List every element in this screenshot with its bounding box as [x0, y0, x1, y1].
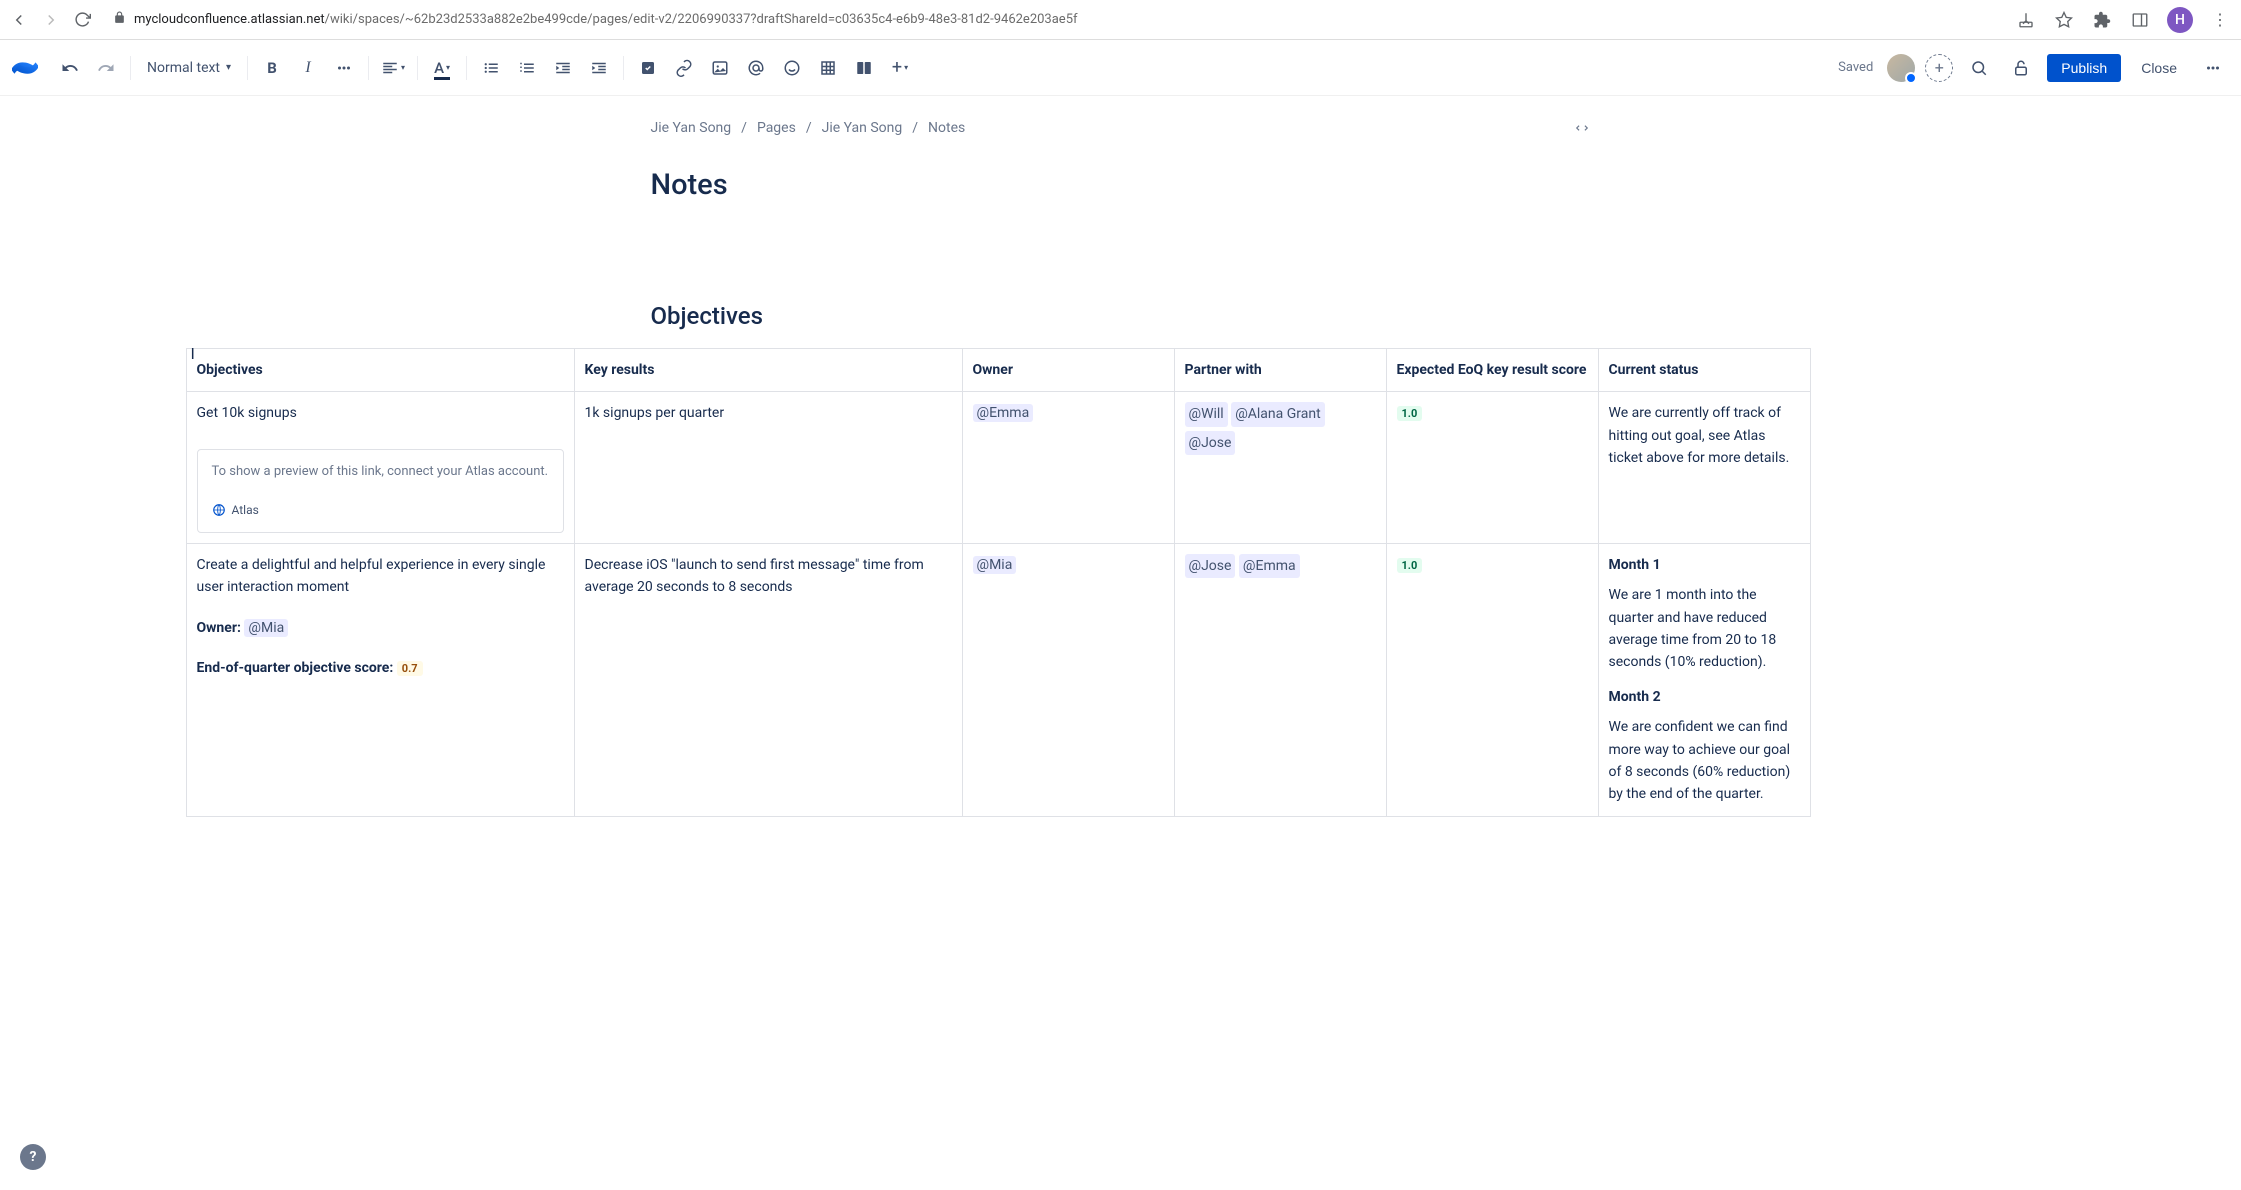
help-button[interactable]: ? — [20, 1144, 46, 1170]
browser-profile-avatar[interactable]: H — [2167, 7, 2193, 33]
breadcrumb-item[interactable]: Pages — [757, 120, 796, 136]
breadcrumbs: Jie Yan Song / Pages / Jie Yan Song / No… — [651, 96, 1591, 136]
close-button[interactable]: Close — [2131, 54, 2187, 82]
th-partner[interactable]: Partner with — [1174, 349, 1386, 392]
section-heading[interactable]: Objectives — [651, 302, 1591, 330]
partner-cell[interactable]: @Will @Alana Grant @Jose — [1174, 392, 1386, 543]
restrictions-button[interactable] — [2005, 52, 2037, 84]
browser-chrome: mycloudconfluence.atlassian.net/wiki/spa… — [0, 0, 2241, 40]
sidepanel-icon[interactable] — [2129, 9, 2151, 31]
breadcrumb-item[interactable]: Jie Yan Song — [822, 120, 903, 136]
mention-button[interactable] — [740, 52, 772, 84]
th-owner[interactable]: Owner — [962, 349, 1174, 392]
objective-text[interactable]: Get 10k signups — [197, 402, 564, 424]
find-button[interactable] — [1963, 52, 1995, 84]
insert-plus-button[interactable]: + ▾ — [884, 52, 916, 84]
italic-button[interactable]: I — [292, 52, 324, 84]
score-badge: 0.7 — [397, 661, 423, 676]
layouts-button[interactable] — [848, 52, 880, 84]
browser-back-button[interactable] — [10, 11, 28, 29]
th-objectives[interactable]: Objectives — [186, 349, 574, 392]
browser-reload-button[interactable] — [74, 11, 91, 28]
table-row[interactable]: Create a delightful and helpful experien… — [186, 543, 1810, 816]
th-key-results[interactable]: Key results — [574, 349, 962, 392]
editor-toolbar: Normal text ▾ B I ▾ A ▾ — [0, 40, 2241, 96]
atlas-smart-link-card[interactable]: To show a preview of this link, connect … — [197, 449, 564, 533]
key-result-cell[interactable]: 1k signups per quarter — [574, 392, 962, 543]
mention[interactable]: @Jose — [1185, 431, 1236, 455]
url-text: mycloudconfluence.atlassian.net/wiki/spa… — [134, 12, 1078, 27]
publish-button[interactable]: Publish — [2047, 54, 2121, 82]
atlas-hint-text: To show a preview of this link, connect … — [212, 462, 549, 483]
mention[interactable]: @Jose — [1185, 554, 1236, 578]
key-result-cell[interactable]: Decrease iOS "launch to send first messa… — [574, 543, 962, 816]
chevron-down-icon: ▾ — [226, 62, 231, 73]
breadcrumb-item[interactable]: Jie Yan Song — [651, 120, 732, 136]
text-cursor: I — [191, 344, 192, 360]
more-formatting-button[interactable] — [328, 52, 360, 84]
star-icon[interactable] — [2053, 9, 2075, 31]
save-status: Saved — [1838, 60, 1873, 75]
emoji-button[interactable] — [776, 52, 808, 84]
numbered-list-button[interactable] — [511, 52, 543, 84]
undo-button[interactable] — [54, 52, 86, 84]
table-row[interactable]: Get 10k signups To show a preview of thi… — [186, 392, 1810, 543]
mention[interactable]: @Mia — [973, 556, 1017, 574]
extensions-icon[interactable] — [2091, 9, 2113, 31]
link-button[interactable] — [668, 52, 700, 84]
table-button[interactable] — [812, 52, 844, 84]
th-status[interactable]: Current status — [1598, 349, 1810, 392]
page-width-toggle[interactable] — [1573, 121, 1591, 135]
indent-button[interactable] — [583, 52, 615, 84]
partner-cell[interactable]: @Jose @Emma — [1174, 543, 1386, 816]
confluence-logo-icon[interactable] — [12, 55, 38, 81]
align-button[interactable]: ▾ — [377, 52, 409, 84]
action-item-button[interactable] — [632, 52, 664, 84]
lock-icon — [113, 11, 126, 28]
redo-button[interactable] — [90, 52, 122, 84]
score-badge: 1.0 — [1397, 558, 1423, 573]
bold-button[interactable]: B — [256, 52, 288, 84]
text-color-button[interactable]: A ▾ — [426, 52, 458, 84]
score-cell[interactable]: 1.0 — [1386, 543, 1598, 816]
outdent-button[interactable] — [547, 52, 579, 84]
objectives-table[interactable]: Objectives Key results Owner Partner wit… — [186, 348, 1811, 817]
editor-avatar[interactable] — [1887, 54, 1915, 82]
text-style-dropdown[interactable]: Normal text ▾ — [139, 52, 239, 84]
objective-text[interactable]: Create a delightful and helpful experien… — [197, 554, 564, 599]
url-bar[interactable]: mycloudconfluence.atlassian.net/wiki/spa… — [103, 11, 2003, 28]
more-actions-button[interactable] — [2197, 52, 2229, 84]
status-cell[interactable]: Month 1 We are 1 month into the quarter … — [1598, 543, 1810, 816]
score-badge: 1.0 — [1397, 406, 1423, 421]
page-title[interactable]: Notes — [651, 168, 1591, 202]
atlas-link-label[interactable]: Atlas — [232, 501, 259, 520]
atlas-icon — [212, 503, 226, 517]
bullet-list-button[interactable] — [475, 52, 507, 84]
browser-forward-button[interactable] — [42, 11, 60, 29]
score-cell[interactable]: 1.0 — [1386, 392, 1598, 543]
status-cell[interactable]: We are currently off track of hitting ou… — [1598, 392, 1810, 543]
image-button[interactable] — [704, 52, 736, 84]
invite-button[interactable]: + — [1925, 54, 1953, 82]
mention[interactable]: @Will — [1185, 402, 1228, 426]
th-score[interactable]: Expected EoQ key result score — [1386, 349, 1598, 392]
mention[interactable]: @Emma — [1239, 554, 1300, 578]
mention[interactable]: @Alana Grant — [1231, 402, 1324, 426]
mention[interactable]: @Emma — [973, 404, 1034, 422]
share-icon[interactable] — [2015, 9, 2037, 31]
mention[interactable]: @Mia — [244, 619, 288, 637]
browser-menu-icon[interactable]: ⋮ — [2209, 9, 2231, 31]
owner-cell[interactable]: @Emma — [962, 392, 1174, 543]
owner-cell[interactable]: @Mia — [962, 543, 1174, 816]
breadcrumb-item[interactable]: Notes — [928, 120, 965, 136]
